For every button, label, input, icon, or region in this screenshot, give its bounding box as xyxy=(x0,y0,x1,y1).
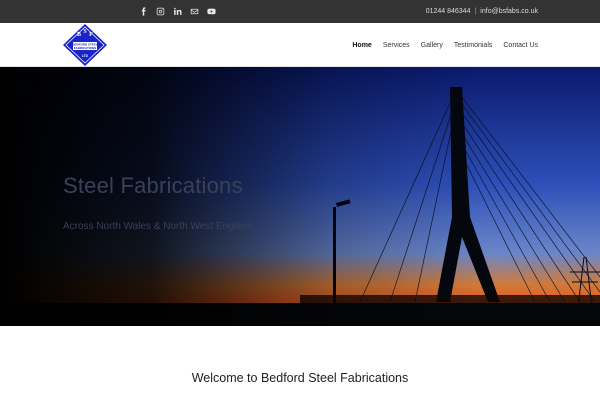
hero-banner: Steel Fabrications Across North Wales & … xyxy=(0,67,600,326)
contact-separator: | xyxy=(474,8,477,15)
logo-line-3: LTD xyxy=(82,54,89,58)
facebook-icon[interactable] xyxy=(138,7,148,17)
logo-line-2: FABRICATIONS xyxy=(74,46,96,50)
company-logo[interactable]: B S F BEDFORD STEEL FABRICATIONS LTD xyxy=(62,23,108,67)
site-header: B S F BEDFORD STEEL FABRICATIONS LTD Hom… xyxy=(0,23,600,67)
hero-title: Steel Fabrications xyxy=(63,173,243,198)
main-nav: Home Services Gallery Testimonials Conta… xyxy=(352,23,538,67)
phone-number[interactable]: 01244 846344 xyxy=(426,8,471,15)
mail-icon[interactable] xyxy=(189,7,199,17)
instagram-icon[interactable] xyxy=(155,7,165,17)
nav-gallery[interactable]: Gallery xyxy=(421,42,443,49)
nav-home[interactable]: Home xyxy=(352,42,371,49)
logo-letter-f: F xyxy=(89,32,93,38)
nav-services[interactable]: Services xyxy=(383,42,410,49)
logo-letter-b: B xyxy=(77,32,81,38)
nav-testimonials[interactable]: Testimonials xyxy=(454,42,493,49)
social-links xyxy=(138,0,216,23)
nav-contact-us[interactable]: Contact Us xyxy=(503,42,538,49)
contact-info: 01244 846344 | info@bsfabs.co.uk xyxy=(426,0,538,23)
email-link[interactable]: info@bsfabs.co.uk xyxy=(480,8,538,15)
youtube-icon[interactable] xyxy=(206,7,216,17)
top-bar: 01244 846344 | info@bsfabs.co.uk xyxy=(0,0,600,23)
welcome-heading: Welcome to Bedford Steel Fabrications xyxy=(191,371,409,385)
linkedin-icon[interactable] xyxy=(172,7,182,17)
hero-subtitle: Across North Wales & North West England xyxy=(63,221,253,232)
